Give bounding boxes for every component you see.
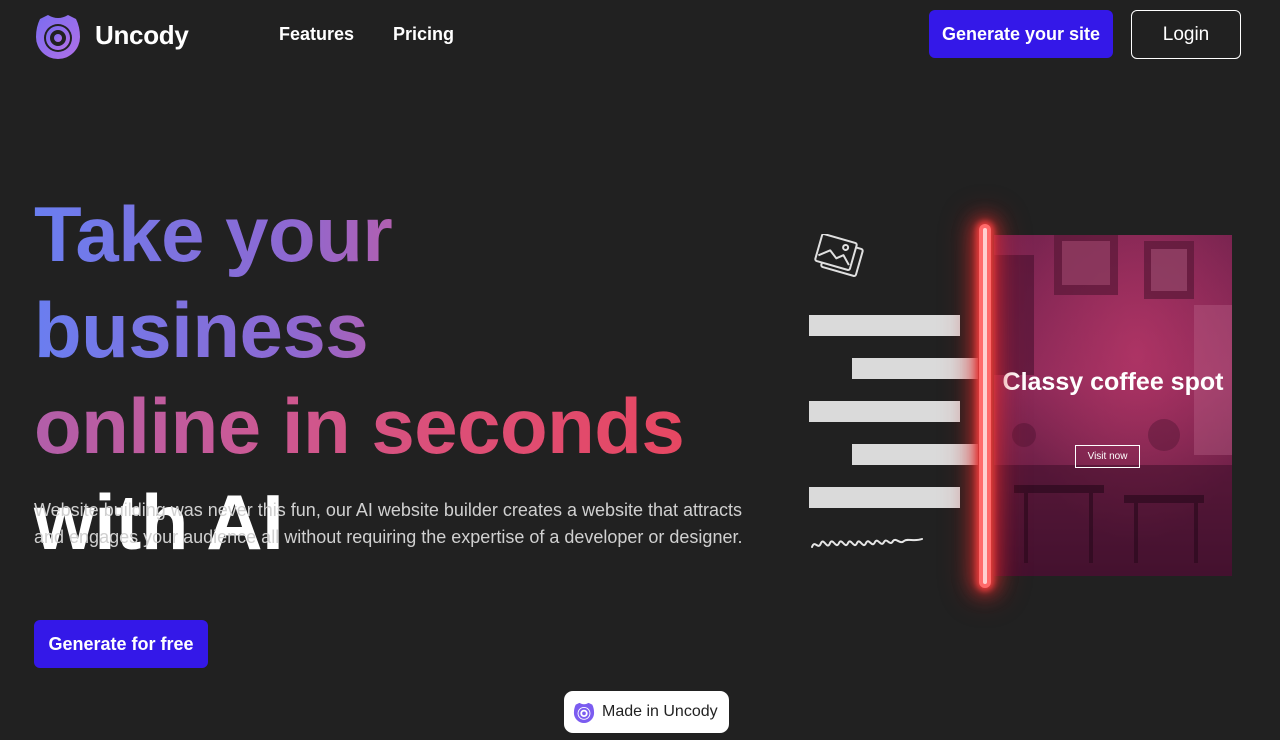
headline-line-2: online in seconds — [34, 378, 714, 474]
scribble-decoration — [811, 538, 923, 548]
image-icon — [814, 234, 864, 277]
brand-name: Uncody — [95, 19, 189, 50]
visit-now-button[interactable]: Visit now — [1075, 445, 1140, 468]
landing-page: Uncody Features Pricing Generate your si… — [0, 0, 1280, 740]
badge-label: Made in Uncody — [602, 703, 718, 720]
generate-free-button[interactable]: Generate for free — [34, 620, 208, 668]
generate-site-button[interactable]: Generate your site — [929, 10, 1113, 58]
neon-divider-core — [983, 228, 987, 584]
hero-subtext: Website building was never this fun, our… — [34, 500, 743, 547]
placeholder-bar — [809, 315, 960, 336]
cafe-background-image — [994, 235, 1232, 576]
placeholder-bar — [852, 444, 978, 465]
nav-pricing-link[interactable]: Pricing — [393, 24, 454, 45]
uncody-logo-icon — [573, 702, 595, 723]
brand-logo[interactable]: Uncody — [34, 11, 189, 59]
card-title: Classy coffee spot — [1002, 368, 1224, 396]
made-in-uncody-badge[interactable]: Made in Uncody — [564, 691, 729, 733]
preview-card: Classy coffee spot Visit now — [994, 235, 1232, 576]
nav-features-link[interactable]: Features — [279, 24, 354, 45]
uncody-logo-icon — [36, 15, 80, 59]
login-button[interactable]: Login — [1131, 10, 1241, 59]
placeholder-bar — [852, 358, 978, 379]
placeholder-bar — [809, 487, 960, 508]
headline-line-1: Take your business — [34, 186, 714, 378]
placeholder-bar — [809, 401, 960, 422]
